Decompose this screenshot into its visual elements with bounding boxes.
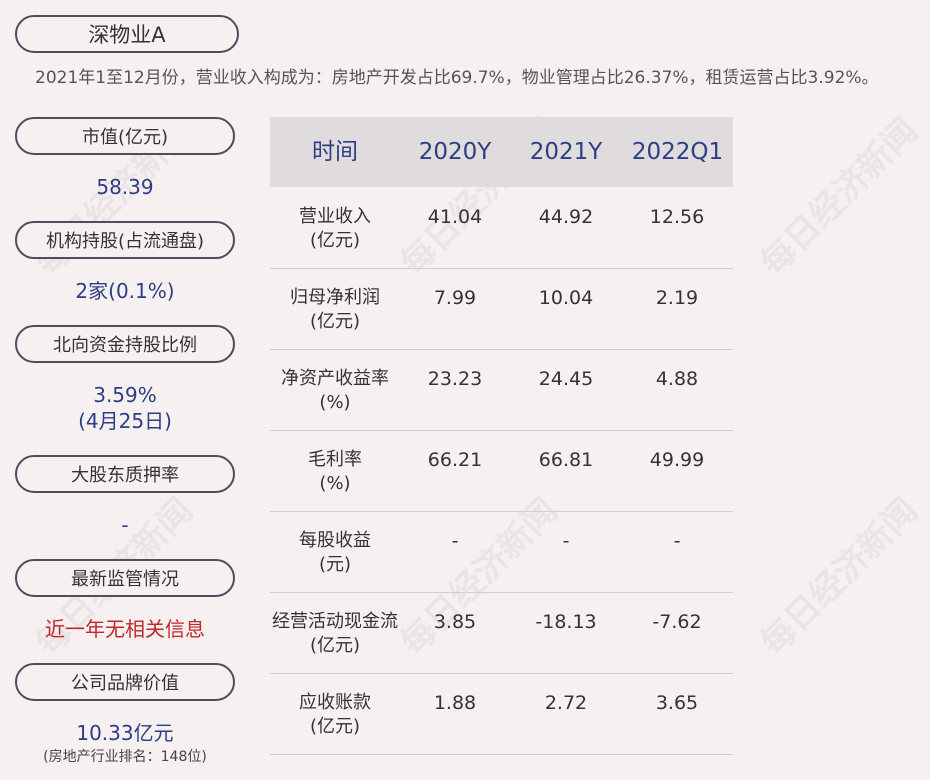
row-label-unit: (亿元) xyxy=(309,716,361,737)
regulation-value: 近一年无相关信息 xyxy=(45,617,205,641)
brand-value-label-text: 公司品牌价值 xyxy=(71,673,179,694)
institutional-holding-label: 机构持股(占流通盘) xyxy=(15,221,235,259)
table-row: 每股收益 (元) - - - xyxy=(270,511,733,593)
row-label-unit: (亿元) xyxy=(309,230,361,251)
row-label-unit: (%) xyxy=(319,392,351,413)
regulation-label-text: 最新监管情况 xyxy=(71,569,179,590)
row-label-name: 净资产收益率 xyxy=(281,368,389,389)
cell: 2.19 xyxy=(655,287,699,309)
northbound-holding-value: 3.59% xyxy=(93,383,157,407)
table-row: 营业收入 (亿元) 41.04 44.92 12.56 xyxy=(270,187,733,269)
cell: 3.85 xyxy=(433,611,477,633)
row-label-unit: (元) xyxy=(318,554,352,575)
northbound-holding-label-text: 北向资金持股比例 xyxy=(53,335,197,356)
stock-name: 深物业A xyxy=(88,23,166,47)
cell: -18.13 xyxy=(535,611,597,633)
row-label: 净资产收益率 (%) xyxy=(270,367,400,415)
table-row: 毛利率 (%) 66.21 66.81 49.99 xyxy=(270,430,733,512)
row-label-name: 营业收入 xyxy=(299,206,371,227)
table-row: 净资产收益率 (%) 23.23 24.45 4.88 xyxy=(270,349,733,431)
header-time: 时间 xyxy=(312,139,358,165)
row-label-unit: (%) xyxy=(319,473,351,494)
cell: 44.92 xyxy=(538,206,594,228)
northbound-holding-date: (4月25日) xyxy=(78,409,172,433)
row-label: 每股收益 (元) xyxy=(270,529,400,577)
cell: - xyxy=(451,530,459,552)
watermark: 每日经济新闻 xyxy=(753,490,926,664)
cell: 10.04 xyxy=(538,287,594,309)
cell: -7.62 xyxy=(652,611,702,633)
row-label-unit: (亿元) xyxy=(309,635,361,656)
cell: 66.81 xyxy=(538,449,594,471)
row-label: 经营活动现金流 (亿元) xyxy=(270,610,400,658)
cell: 1.88 xyxy=(433,692,477,714)
table-row: 经营活动现金流 (亿元) 3.85 -18.13 -7.62 xyxy=(270,592,733,674)
cell: 41.04 xyxy=(427,206,483,228)
table-row: 归母净利润 (亿元) 7.99 10.04 2.19 xyxy=(270,268,733,350)
brand-value: 10.33亿元 xyxy=(76,721,174,745)
cell: 49.99 xyxy=(649,449,705,471)
table-header: 时间 2020Y 2021Y 2022Q1 xyxy=(270,117,733,187)
watermark: 每日经济新闻 xyxy=(753,110,926,284)
brand-value-label: 公司品牌价值 xyxy=(15,663,235,701)
brand-rank-note: (房地产行业排名：148位) xyxy=(43,749,207,765)
row-label-name: 归母净利润 xyxy=(290,287,380,308)
cell: 2.72 xyxy=(544,692,588,714)
pledge-ratio-label: 大股东质押率 xyxy=(15,455,235,493)
row-label-name: 毛利率 xyxy=(308,449,362,470)
northbound-holding-label: 北向资金持股比例 xyxy=(15,325,235,363)
cell: 12.56 xyxy=(649,206,705,228)
header-2021y: 2021Y xyxy=(529,139,603,165)
cell: 4.88 xyxy=(655,368,699,390)
pledge-ratio-value: - xyxy=(121,513,129,537)
row-label: 毛利率 (%) xyxy=(270,448,400,496)
cell: 24.45 xyxy=(538,368,594,390)
regulation-label: 最新监管情况 xyxy=(15,559,235,597)
revenue-summary: 2021年1至12月份，营业收入构成为：房地产开发占比69.7%，物业管理占比2… xyxy=(35,68,879,88)
row-label-name: 每股收益 xyxy=(299,530,371,551)
cell: 23.23 xyxy=(427,368,483,390)
row-label-unit: (亿元) xyxy=(309,311,361,332)
cell: 3.65 xyxy=(655,692,699,714)
institutional-holding-label-text: 机构持股(占流通盘) xyxy=(45,231,205,252)
row-label: 归母净利润 (亿元) xyxy=(270,286,400,334)
header-2020y: 2020Y xyxy=(418,139,492,165)
pledge-ratio-label-text: 大股东质押率 xyxy=(71,465,179,486)
table-row: 应收账款 (亿元) 1.88 2.72 3.65 xyxy=(270,673,733,755)
row-label-name: 应收账款 xyxy=(299,692,371,713)
market-cap-label-text: 市值(亿元) xyxy=(81,127,169,148)
market-cap-label: 市值(亿元) xyxy=(15,117,235,155)
institutional-holding-value: 2家(0.1%) xyxy=(75,279,175,303)
cell: 66.21 xyxy=(427,449,483,471)
cell: 7.99 xyxy=(433,287,477,309)
stock-name-badge: 深物业A xyxy=(15,15,239,53)
cell: - xyxy=(673,530,681,552)
row-label: 应收账款 (亿元) xyxy=(270,691,400,739)
row-label-name: 经营活动现金流 xyxy=(272,611,398,632)
cell: - xyxy=(562,530,570,552)
header-2022q1: 2022Q1 xyxy=(631,139,724,165)
row-label: 营业收入 (亿元) xyxy=(270,205,400,253)
market-cap-value: 58.39 xyxy=(96,175,154,199)
